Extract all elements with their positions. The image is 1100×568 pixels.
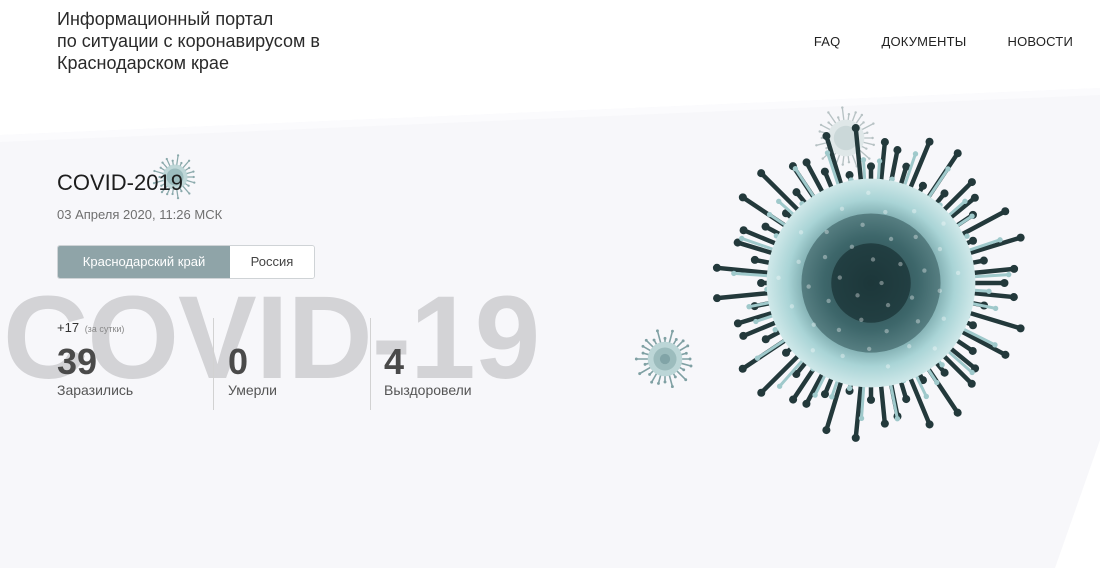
nav-faq-link[interactable]: FAQ	[814, 34, 841, 49]
stat-infected-label: Заразились	[57, 382, 134, 398]
region-tabs: Краснодарский край Россия	[57, 245, 315, 279]
site-title-line-3: Краснодарском крае	[57, 53, 229, 73]
daily-delta: +17 (за сутки)	[57, 320, 124, 335]
top-nav: FAQ ДОКУМЕНТЫ НОВОСТИ	[814, 34, 1073, 49]
site-title[interactable]: Информационный портал по ситуации с коро…	[57, 8, 387, 74]
page-title: COVID-2019	[57, 170, 183, 195]
virus-small-icon	[634, 329, 693, 389]
virus-large-icon	[712, 124, 1025, 442]
stat-recovered-label: Выздоровели	[384, 382, 472, 398]
stat-recovered-value: 4	[384, 341, 405, 382]
stat-infected: 39 Заразились	[57, 341, 134, 399]
site-title-line-2: по ситуации с коронавирусом в	[57, 31, 320, 51]
stat-deaths-value: 0	[228, 341, 249, 382]
stat-deaths-label: Умерли	[228, 382, 277, 398]
stat-divider	[213, 318, 214, 410]
daily-delta-note: (за сутки)	[84, 324, 125, 334]
tab-russia[interactable]: Россия	[230, 246, 314, 278]
update-timestamp: 03 Апреля 2020, 11:26 МСК	[57, 207, 223, 222]
stat-recovered: 4 Выздоровели	[384, 341, 472, 399]
nav-documents-link[interactable]: ДОКУМЕНТЫ	[881, 34, 966, 49]
daily-delta-value: +17	[57, 320, 80, 335]
stat-infected-value: 39	[57, 341, 98, 382]
stat-deaths: 0 Умерли	[228, 341, 277, 399]
site-title-line-1: Информационный портал	[57, 9, 274, 29]
tab-krasnodar[interactable]: Краснодарский край	[58, 246, 230, 278]
stat-divider	[370, 318, 371, 410]
nav-news-link[interactable]: НОВОСТИ	[1008, 34, 1074, 49]
